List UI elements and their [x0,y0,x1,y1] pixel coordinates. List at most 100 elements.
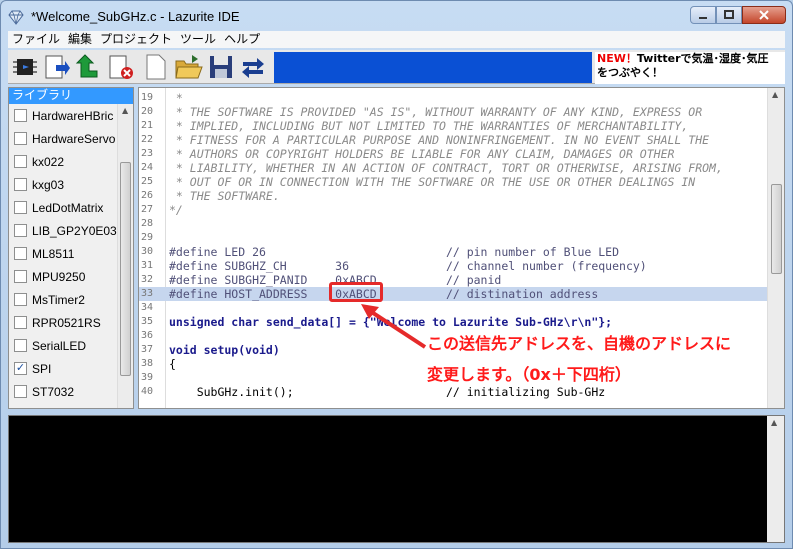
code-line[interactable]: 20 * THE SOFTWARE IS PROVIDED "AS IS", W… [139,105,769,119]
code-line[interactable]: 27 */ [139,203,769,217]
library-panel: ライブラリ HardwareHBric HardwareServo kx022 kxg… [8,87,134,409]
line-number: 26 [141,190,154,201]
editor-scroll-thumb[interactable] [771,184,782,274]
library-item[interactable]: kx022 [9,150,119,173]
output-console[interactable]: ▲ [8,415,785,543]
save-button[interactable] [206,52,236,82]
line-number: 20 [141,106,154,117]
annotation-line2: 変更します。（0x＋下四桁） [427,365,631,384]
library-checkbox[interactable] [14,293,27,306]
code-text: * THE SOFTWARE IS PROVIDED "AS IS", WITH… [169,105,703,119]
library-item-label: HardwareHBric [32,108,114,123]
line-number: 33 [141,288,154,299]
scroll-up-icon[interactable]: ▲ [122,106,128,115]
code-line[interactable]: 25 * OUT OF OR IN CONNECTION WITH THE SO… [139,175,769,189]
code-text: * THE SOFTWARE. [169,189,280,203]
menu-help[interactable]: ヘルプ [220,31,264,48]
code-line[interactable]: 24 * LIABILITY, WHETHER IN AN ACTION OF … [139,161,769,175]
editor-scrollbar[interactable]: ▲ [767,88,784,408]
code-line[interactable]: 26 * THE SOFTWARE. [139,189,769,203]
switch-button[interactable] [238,52,268,82]
code-line[interactable]: 35 unsigned char send_data[] = {"Welcome … [139,315,769,329]
library-item[interactable]: HardwareServo [9,127,119,150]
line-number: 21 [141,120,154,131]
console-scrollbar[interactable]: ▲ [767,416,784,542]
code-text: #define LED 26 // pin number of Blue LED [169,245,620,259]
code-line[interactable]: 40 SubGHz.init(); // initializing Sub-GH… [139,385,769,399]
line-number: 32 [141,274,154,285]
code-line[interactable]: 31 #define SUBGHZ_CH 36 // channel number… [139,259,769,273]
library-item[interactable]: ✓ SPI [9,357,119,380]
library-item[interactable]: ML8511 [9,242,119,265]
library-scroll-thumb[interactable] [120,162,131,376]
library-item[interactable]: kxg03 [9,173,119,196]
code-line[interactable]: 22 * FITNESS FOR A PARTICULAR PURPOSE AN… [139,133,769,147]
line-number: 29 [141,232,154,243]
menu-file[interactable]: ファイル [8,31,64,48]
green-return-arrow-icon [75,54,98,78]
open-file-button[interactable] [174,52,204,82]
library-item[interactable]: SerialLED [9,334,119,357]
stop-button[interactable] [106,52,136,82]
code-line[interactable]: 28 [139,217,769,231]
library-checkbox[interactable] [14,247,27,260]
minimize-button[interactable] [690,6,716,24]
reset-button[interactable] [74,52,104,82]
library-checkbox[interactable] [14,201,27,214]
code-line[interactable]: 33 #define HOST_ADDRESS 0xABCD // distina… [139,287,769,301]
library-item[interactable]: HardwareHBric [9,104,119,127]
line-number: 24 [141,162,154,173]
library-checkbox[interactable] [14,109,27,122]
toolbar-banner [274,52,592,83]
menu-edit[interactable]: 編集 [64,31,96,48]
line-number: 36 [141,330,154,341]
library-item-label: MPU9250 [32,269,86,284]
build-button[interactable] [10,52,40,82]
maximize-button[interactable] [716,6,742,24]
code-line[interactable]: 21 * IMPLIED, INCLUDING BUT NOT LIMITED … [139,119,769,133]
library-checkbox[interactable] [14,178,27,191]
library-item[interactable]: ST7032 [9,380,119,403]
menu-tools[interactable]: ツール [176,31,220,48]
scroll-up-icon[interactable]: ▲ [771,418,777,427]
library-item-label: kx022 [32,154,65,169]
library-checkbox[interactable] [14,155,27,168]
library-checkbox[interactable] [14,339,27,352]
minimize-icon [699,17,707,19]
close-button[interactable] [742,6,786,24]
news-banner[interactable]: NEW！Twitterで気温･湿度･気圧 をつぶやく！ [595,52,785,84]
library-item-label: LedDotMatrix [32,200,104,215]
library-checkbox[interactable]: ✓ [14,362,27,375]
library-item[interactable]: LedDotMatrix [9,196,119,219]
code-line[interactable]: 30 #define LED 26 // pin number of Blue L… [139,245,769,259]
code-line[interactable]: 29 [139,231,769,245]
folder-icon [175,55,203,79]
library-checkbox[interactable] [14,132,27,145]
library-scrollbar[interactable]: ▲ [117,104,133,408]
menu-project[interactable]: プロジェクト [96,31,176,48]
code-text: void setup(void) [169,343,280,357]
library-item[interactable]: MsTimer2 [9,288,119,311]
library-item[interactable]: RPR0521RS [9,311,119,334]
title-bar[interactable]: *Welcome_SubGHz.c - Lazurite IDE [1,1,792,31]
scroll-up-icon[interactable]: ▲ [772,90,778,99]
code-line[interactable]: 19 * [139,91,769,105]
library-item-label: ST7032 [32,384,75,399]
library-item[interactable]: MPU9250 [9,265,119,288]
code-line[interactable]: 34 [139,301,769,315]
download-button[interactable] [42,52,72,82]
line-number: 22 [141,134,154,145]
library-checkbox[interactable] [14,270,27,283]
document-arrow-icon [45,55,70,79]
new-file-button[interactable] [140,52,170,82]
library-checkbox[interactable] [14,316,27,329]
code-line[interactable]: 23 * AUTHORS OR COPYRIGHT HOLDERS BE LIA… [139,147,769,161]
code-text: */ [169,203,183,217]
library-item[interactable]: LIB_GP2Y0E03 [9,219,119,242]
window-title: *Welcome_SubGHz.c - Lazurite IDE [31,9,240,24]
library-checkbox[interactable] [14,224,27,237]
line-number: 31 [141,260,154,271]
code-line[interactable]: 32 #define SUBGHZ_PANID 0xABCD // panid [139,273,769,287]
new-document-icon [146,54,166,80]
library-checkbox[interactable] [14,385,27,398]
